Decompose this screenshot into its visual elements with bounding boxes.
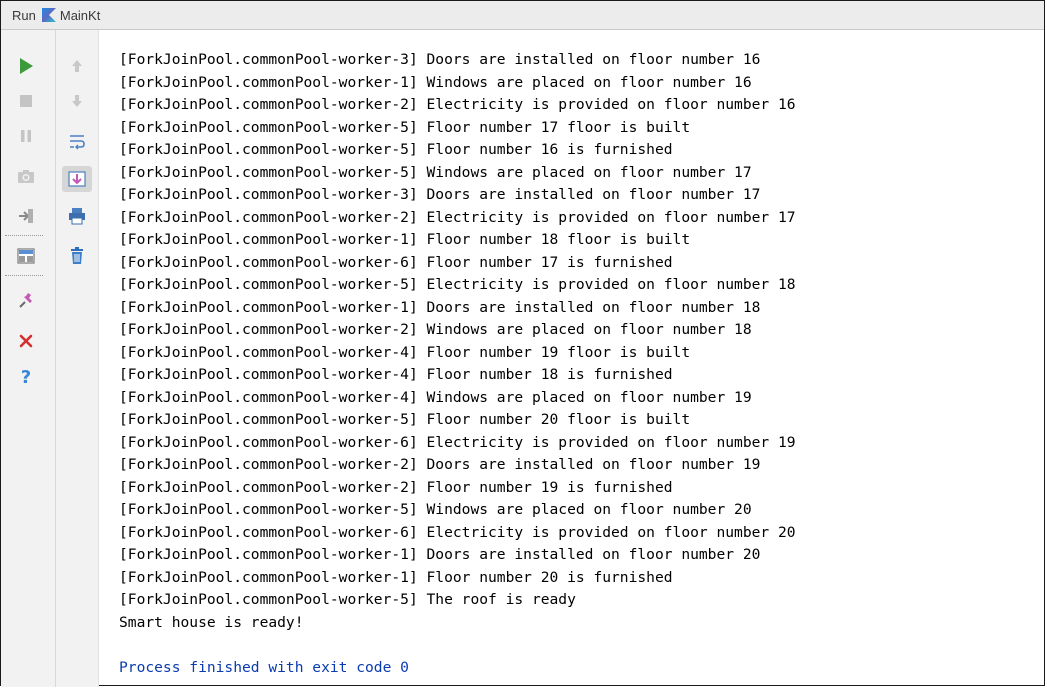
stop-icon[interactable] bbox=[14, 90, 38, 112]
console-line: [ForkJoinPool.commonPool-worker-3] Doors… bbox=[119, 186, 761, 203]
run-config-name[interactable]: MainKt bbox=[60, 8, 100, 23]
run-label: Run bbox=[12, 7, 36, 23]
toolbar-separator bbox=[5, 275, 43, 276]
up-arrow-icon[interactable] bbox=[65, 55, 89, 77]
soft-wrap-icon[interactable] bbox=[65, 131, 89, 153]
console-line: [ForkJoinPool.commonPool-worker-2] Elect… bbox=[119, 96, 796, 113]
console-line: [ForkJoinPool.commonPool-worker-3] Doors… bbox=[119, 51, 761, 68]
console-line: [ForkJoinPool.commonPool-worker-6] Floor… bbox=[119, 253, 673, 271]
console-line: [ForkJoinPool.commonPool-worker-6] Elect… bbox=[119, 523, 796, 541]
close-icon[interactable] bbox=[14, 330, 38, 352]
console-line: [ForkJoinPool.commonPool-worker-1] Floor… bbox=[119, 568, 673, 586]
clear-all-icon[interactable] bbox=[65, 245, 89, 267]
help-icon[interactable]: ? bbox=[14, 366, 38, 388]
console-line: [ForkJoinPool.commonPool-worker-1] Doors… bbox=[119, 546, 761, 563]
toolbar-separator bbox=[5, 235, 43, 236]
console-line: [ForkJoinPool.commonPool-worker-4] Floor… bbox=[119, 366, 673, 383]
restore-layout-icon[interactable] bbox=[14, 205, 38, 227]
console-line: [ForkJoinPool.commonPool-worker-2] Elect… bbox=[119, 208, 796, 226]
console-line: [ForkJoinPool.commonPool-worker-5] Floor… bbox=[119, 141, 673, 158]
down-arrow-icon[interactable] bbox=[65, 90, 89, 112]
run-tool-window: Run MainKt ? [ForkJoinPool.commonPool-wo… bbox=[0, 0, 1045, 687]
console-line: Smart house is ready! bbox=[119, 613, 304, 631]
console-line: [ForkJoinPool.commonPool-worker-5] Windo… bbox=[119, 501, 752, 518]
console-line: [ForkJoinPool.commonPool-worker-4] Windo… bbox=[119, 388, 752, 406]
scroll-to-end-icon[interactable] bbox=[62, 166, 92, 192]
print-icon[interactable] bbox=[65, 205, 89, 227]
run-toolbar-primary: ? bbox=[1, 30, 56, 687]
console-line: [ForkJoinPool.commonPool-worker-2] Floor… bbox=[119, 478, 673, 496]
console-output[interactable]: [ForkJoinPool.commonPool-worker-3] Doors… bbox=[119, 49, 1039, 679]
console-line: [ForkJoinPool.commonPool-worker-1] Floor… bbox=[119, 231, 691, 248]
rerun-icon[interactable] bbox=[14, 55, 38, 77]
console-line: [ForkJoinPool.commonPool-worker-5] Windo… bbox=[119, 163, 752, 181]
process-exit-message: Process finished with exit code 0 bbox=[119, 658, 409, 676]
dump-threads-icon[interactable] bbox=[14, 166, 38, 188]
pause-icon[interactable] bbox=[14, 125, 38, 147]
console-line: [ForkJoinPool.commonPool-worker-6] Elect… bbox=[119, 433, 796, 451]
kotlin-icon bbox=[41, 8, 56, 22]
console-line: [ForkJoinPool.commonPool-worker-1] Doors… bbox=[119, 298, 761, 316]
run-toolbar-secondary bbox=[56, 30, 99, 687]
console-line: [ForkJoinPool.commonPool-worker-4] Floor… bbox=[119, 343, 691, 361]
console-line: [ForkJoinPool.commonPool-worker-2] Windo… bbox=[119, 321, 752, 338]
console-line: [ForkJoinPool.commonPool-worker-5] Floor… bbox=[119, 411, 691, 428]
layout-icon[interactable] bbox=[14, 245, 38, 267]
console-line: [ForkJoinPool.commonPool-worker-5] Floor… bbox=[119, 118, 691, 136]
pin-tab-icon[interactable] bbox=[14, 290, 38, 312]
console-line: [ForkJoinPool.commonPool-worker-2] Doors… bbox=[119, 456, 761, 473]
console-line: [ForkJoinPool.commonPool-worker-1] Windo… bbox=[119, 73, 752, 91]
svg-text:?: ? bbox=[21, 367, 31, 387]
console-line: [ForkJoinPool.commonPool-worker-5] Elect… bbox=[119, 276, 796, 293]
run-titlebar: Run MainKt bbox=[1, 1, 1044, 30]
console-line: [ForkJoinPool.commonPool-worker-5] The r… bbox=[119, 591, 576, 608]
